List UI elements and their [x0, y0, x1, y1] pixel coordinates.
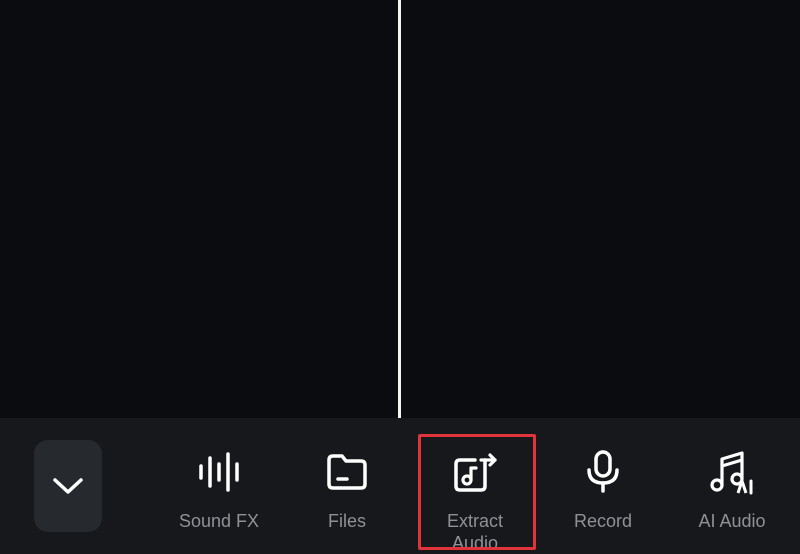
extract-audio-label: Extract Audio	[446, 511, 503, 553]
playhead[interactable]	[398, 0, 401, 418]
collapse-button[interactable]	[34, 440, 102, 532]
folder-icon	[327, 454, 367, 490]
ai-music-icon	[710, 451, 753, 495]
chevron-down-icon	[53, 478, 83, 494]
record-button[interactable]: Record	[554, 418, 652, 554]
files-button[interactable]: Files	[298, 418, 396, 554]
extract-audio-icon	[454, 453, 497, 492]
audio-toolbar: Sound FX Files Extract Audio Record AI A…	[0, 418, 800, 554]
files-label: Files	[327, 511, 366, 531]
ai-audio-label: AI Audio	[698, 511, 766, 531]
editor-screen: Sound FX Files Extract Audio Record AI A…	[0, 0, 800, 554]
sound-wave-icon	[199, 452, 239, 492]
microphone-icon	[587, 450, 619, 493]
ai-audio-button[interactable]: AI Audio	[682, 418, 782, 554]
sound-fx-button[interactable]: Sound FX	[170, 418, 268, 554]
record-label: Record	[573, 511, 633, 531]
timeline-area[interactable]	[0, 0, 800, 418]
sound-fx-label: Sound FX	[178, 511, 260, 531]
extract-audio-button[interactable]: Extract Audio	[425, 418, 525, 554]
